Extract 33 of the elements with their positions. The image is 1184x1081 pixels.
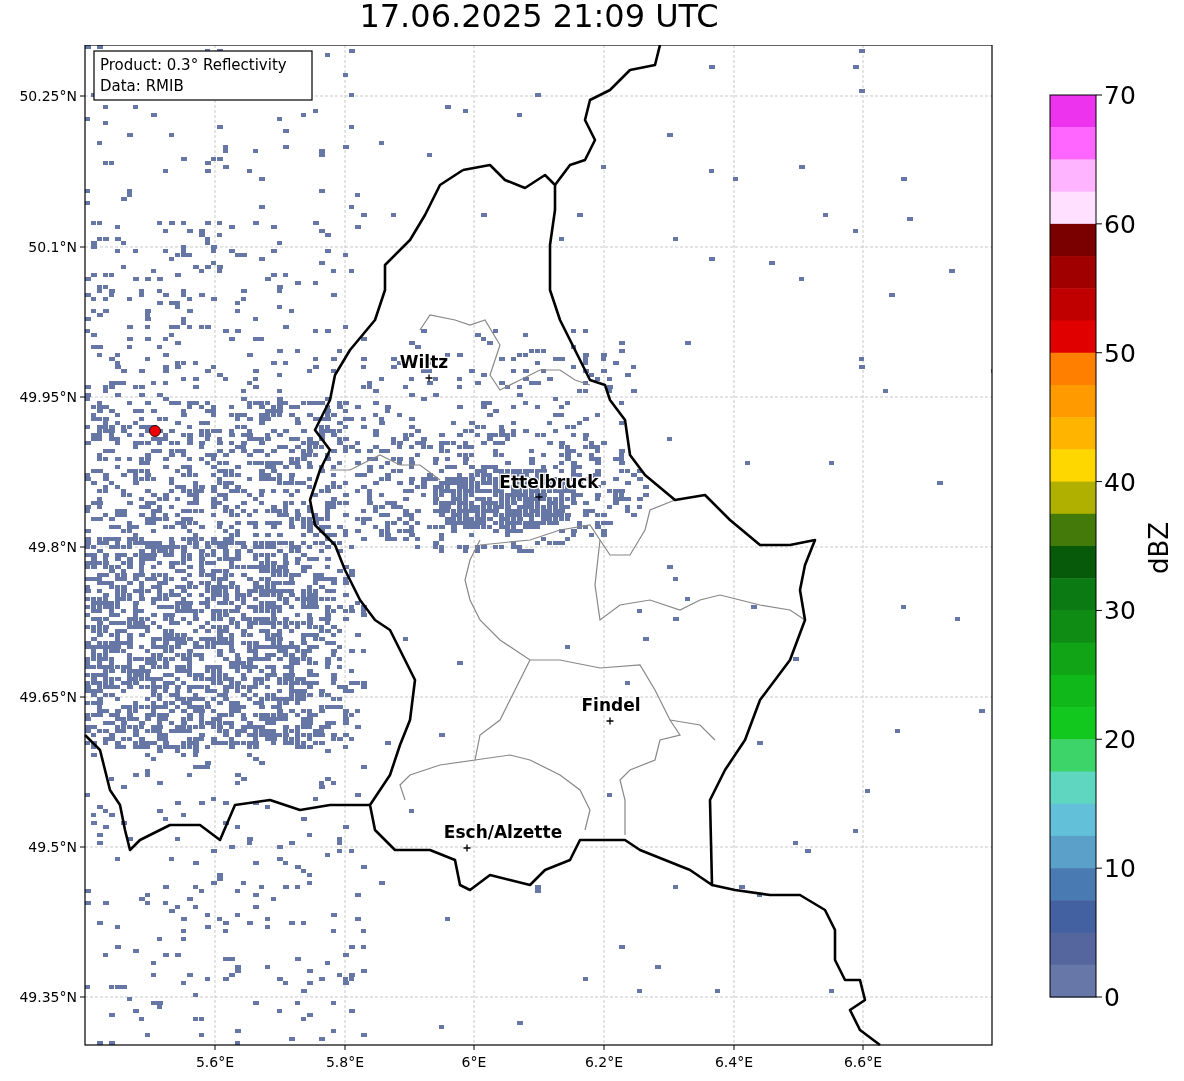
y-tick-label: 50.1°N: [28, 239, 77, 255]
x-tick-label: 5.8°E: [325, 1054, 365, 1070]
x-tick-label: 6.6°E: [843, 1054, 883, 1070]
y-tick-label: 49.5°N: [28, 839, 77, 855]
x-tick-label: 5.6°E: [195, 1054, 235, 1070]
chart-title: 17.06.2025 21:09 UTC: [359, 0, 719, 34]
colorbar-tick-label: 10: [1104, 854, 1136, 884]
y-tick-label: 49.65°N: [19, 689, 77, 705]
colorbar-tick-label: 20: [1104, 725, 1136, 755]
colorbar-tick-label: 30: [1104, 596, 1136, 626]
city-label: Esch/Alzette: [443, 822, 563, 842]
city-marker-icon: [534, 492, 544, 502]
city-marker-icon: [605, 716, 615, 726]
y-tick-label: 50.25°N: [19, 88, 77, 104]
x-tick-label: 6°E: [461, 1054, 487, 1070]
colorbar-tick-label: 70: [1104, 81, 1136, 110]
x-tick-label: 6.4°E: [714, 1054, 754, 1070]
city-marker-icon: [424, 373, 434, 383]
y-tick-label: 49.95°N: [19, 389, 77, 405]
info-text: Data: RMIB: [100, 77, 184, 95]
y-tick-label: 49.8°N: [28, 539, 77, 555]
x-tick-label: 6.2°E: [584, 1054, 624, 1070]
radar-site-marker: [149, 425, 161, 437]
colorbar-tick-label: 60: [1104, 209, 1136, 239]
city-label: Findel: [581, 695, 641, 715]
city-label: Wiltz: [399, 352, 449, 372]
city-marker-icon: [462, 843, 472, 853]
colorbar-tick-label: 40: [1104, 467, 1136, 497]
y-tick-label: 49.35°N: [19, 989, 77, 1005]
colorbar-axis-label: dBZ: [1144, 521, 1174, 575]
info-text: Product: 0.3° Reflectivity: [100, 56, 287, 74]
colorbar-tick-label: 0: [1104, 983, 1120, 1012]
colorbar-tick-label: 50: [1104, 338, 1136, 368]
